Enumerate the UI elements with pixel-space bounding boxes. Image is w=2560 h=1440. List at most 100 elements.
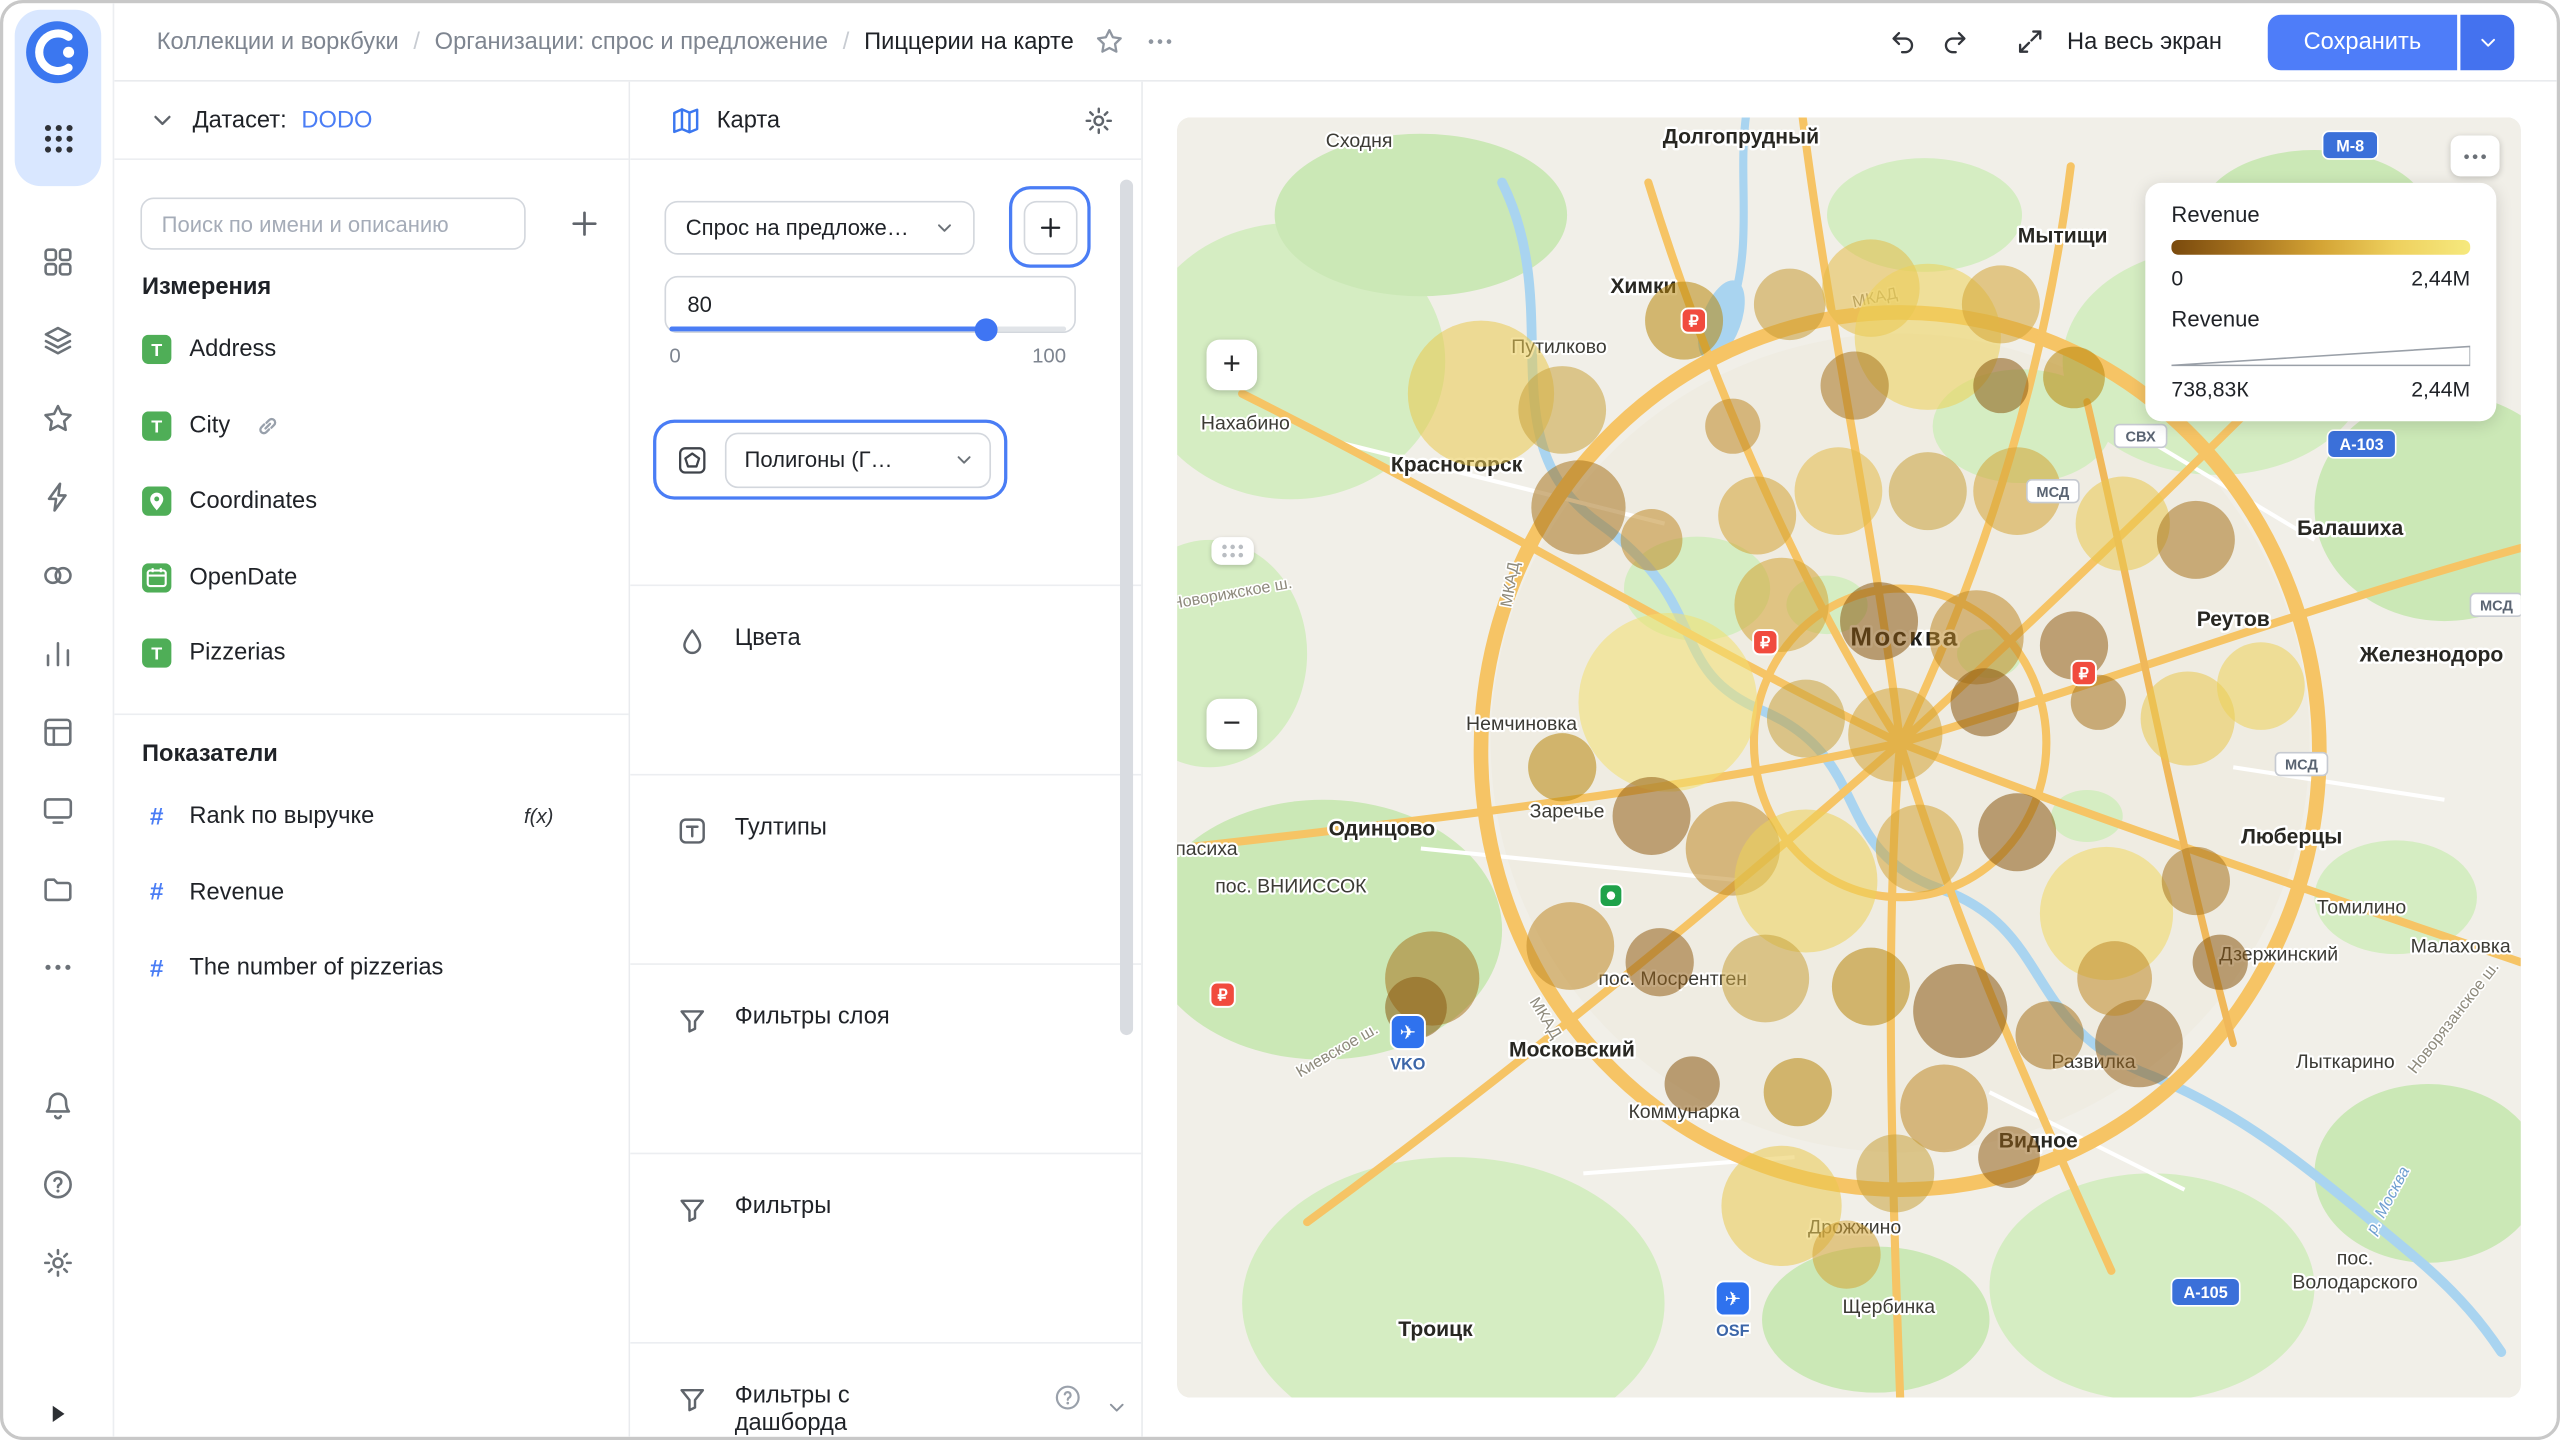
widgets-icon[interactable] xyxy=(41,245,75,279)
revenue-bubble[interactable] xyxy=(1518,366,1607,454)
breadcrumb-item[interactable]: Коллекции и воркбуки xyxy=(157,29,399,55)
revenue-bubble[interactable] xyxy=(2161,846,2230,916)
revenue-bubble[interactable] xyxy=(1973,357,2029,414)
redo-icon[interactable] xyxy=(1940,25,1973,58)
revenue-bubble[interactable] xyxy=(1705,398,1761,454)
revenue-bubble[interactable] xyxy=(1978,1126,2040,1189)
revenue-bubble[interactable] xyxy=(1734,809,1878,953)
revenue-bubble[interactable] xyxy=(1766,679,1845,758)
undo-icon[interactable] xyxy=(1887,25,1920,58)
save-button[interactable]: Сохранить xyxy=(2267,13,2458,70)
revenue-bubble[interactable] xyxy=(2043,346,2105,409)
revenue-bubble[interactable] xyxy=(1531,460,1626,555)
revenue-bubble[interactable] xyxy=(1848,687,1943,782)
dataset-measure-the-number-of-pizzerias[interactable]: # The number of pizzerias xyxy=(114,931,628,1007)
revenue-bubble[interactable] xyxy=(2156,500,2235,579)
revenue-bubble[interactable] xyxy=(1528,733,1597,802)
revenue-bubble[interactable] xyxy=(1753,268,1826,341)
revenue-bubble[interactable] xyxy=(2015,1001,2084,1070)
geolayer-type-dropdown[interactable]: Полигоны (Г… xyxy=(724,431,992,488)
help-icon[interactable] xyxy=(41,1167,75,1201)
revenue-bubble[interactable] xyxy=(1875,804,1964,893)
opacity-value-input[interactable] xyxy=(667,279,1080,330)
opacity-slider[interactable] xyxy=(669,317,1067,341)
revenue-bubble[interactable] xyxy=(1961,265,2040,344)
revenue-bubble[interactable] xyxy=(1820,351,1889,420)
revenue-bubble[interactable] xyxy=(1856,1134,1935,1213)
editor-icon[interactable] xyxy=(41,480,75,514)
revenue-bubble[interactable] xyxy=(1812,1220,1881,1289)
zoom-out-button[interactable]: − xyxy=(1206,698,1258,750)
revenue-bubble[interactable] xyxy=(1734,557,1829,652)
revenue-bubble[interactable] xyxy=(1612,777,1691,856)
revenue-bubble[interactable] xyxy=(2216,642,2305,730)
dataset-field-city[interactable]: T City xyxy=(114,388,628,464)
dashboard-filters-help-icon[interactable] xyxy=(1053,1383,1082,1412)
revenue-bubble[interactable] xyxy=(1526,902,1615,990)
connections-icon[interactable] xyxy=(41,558,75,592)
chart-section-0[interactable]: Цвета xyxy=(630,584,1142,773)
chart-section-4[interactable]: Фильтры с дашборда xyxy=(630,1342,1142,1437)
chart-panel-header: Карта xyxy=(630,82,1142,160)
services-grid-icon[interactable] xyxy=(41,121,77,157)
dataset-field-pizzerias[interactable]: T Pizzerias xyxy=(114,616,628,692)
save-options-button[interactable] xyxy=(2460,13,2515,70)
dataset-field-address[interactable]: T Address xyxy=(114,312,628,388)
dataset-name-link[interactable]: DODO xyxy=(301,107,372,133)
storage-icon[interactable] xyxy=(41,872,75,906)
revenue-bubble[interactable] xyxy=(1664,1056,1720,1112)
more-actions-icon[interactable] xyxy=(1144,26,1175,57)
zoom-in-button[interactable]: + xyxy=(1206,339,1258,391)
settings-icon[interactable] xyxy=(41,1246,75,1280)
revenue-bubble[interactable] xyxy=(1763,1058,1832,1127)
map-canvas[interactable]: Сходня Долгопрудный Мытищи Химки Путилково На… xyxy=(1177,117,2521,1398)
revenue-bubble[interactable] xyxy=(1721,934,1810,1023)
chart-section-1[interactable]: Тултипы xyxy=(630,773,1142,963)
fullscreen-icon[interactable] xyxy=(2015,25,2048,58)
favorites-icon[interactable] xyxy=(41,402,75,436)
fullscreen-label[interactable]: На весь экран xyxy=(2067,29,2222,55)
charts-icon[interactable] xyxy=(41,637,75,671)
breadcrumb-item[interactable]: Пиццерии на карте xyxy=(864,29,1074,55)
add-field-icon[interactable] xyxy=(567,204,606,243)
datasets-icon[interactable] xyxy=(41,715,75,749)
revenue-bubble[interactable] xyxy=(1625,928,1694,997)
revenue-bubble[interactable] xyxy=(1840,582,1919,661)
revenue-bubble[interactable] xyxy=(1620,509,1683,571)
collections-icon[interactable] xyxy=(41,323,75,357)
add-layer-button[interactable] xyxy=(1022,199,1077,254)
dataset-collapse-chevron-icon[interactable] xyxy=(147,104,178,135)
chart-section-2[interactable]: Фильтры слоя xyxy=(630,963,1142,1152)
datalens-logo[interactable] xyxy=(24,20,89,85)
revenue-bubble[interactable] xyxy=(1978,793,2057,872)
revenue-bubble[interactable] xyxy=(1794,447,1883,536)
map-more-button[interactable] xyxy=(2450,135,2500,177)
chart-section-3[interactable]: Фильтры xyxy=(630,1152,1142,1342)
breadcrumb-item[interactable]: Организации: спрос и предложение xyxy=(435,29,828,55)
revenue-bubble[interactable] xyxy=(2192,934,2248,990)
dataset-field-coordinates[interactable]: Coordinates xyxy=(114,464,628,540)
revenue-bubble[interactable] xyxy=(1578,612,1758,792)
favorite-star-icon[interactable] xyxy=(1093,26,1124,57)
map-drag-handle[interactable] xyxy=(1211,537,1254,565)
revenue-bubble[interactable] xyxy=(1950,668,2019,737)
expand-icon[interactable] xyxy=(42,1399,71,1428)
notifications-icon[interactable] xyxy=(41,1089,75,1123)
revenue-bubble[interactable] xyxy=(1913,963,2008,1059)
chart-settings-gear-icon[interactable] xyxy=(1082,104,1115,137)
scroll-more-chevron-icon[interactable] xyxy=(1104,1394,1130,1420)
dataset-measure-rank-по-выручке[interactable]: # Rank по выручке f(x) xyxy=(114,779,628,855)
layer-selector-dropdown[interactable]: Спрос на предложе… xyxy=(664,200,975,255)
field-search-input[interactable] xyxy=(140,197,526,250)
dataset-field-opendate[interactable]: OpenDate xyxy=(114,540,628,616)
config-scrollbar-thumb[interactable] xyxy=(1119,179,1134,1036)
dashboards-icon[interactable] xyxy=(41,793,75,827)
dataset-measure-revenue[interactable]: # Revenue xyxy=(114,855,628,931)
revenue-bubble[interactable] xyxy=(2075,476,2170,571)
revenue-bubble[interactable] xyxy=(1718,476,1797,555)
revenue-bubble[interactable] xyxy=(1831,947,1910,1026)
tooltip-icon xyxy=(676,815,709,848)
revenue-bubble[interactable] xyxy=(1888,452,1967,531)
more-icon[interactable] xyxy=(41,950,75,984)
revenue-bubble[interactable] xyxy=(2077,941,2152,1016)
